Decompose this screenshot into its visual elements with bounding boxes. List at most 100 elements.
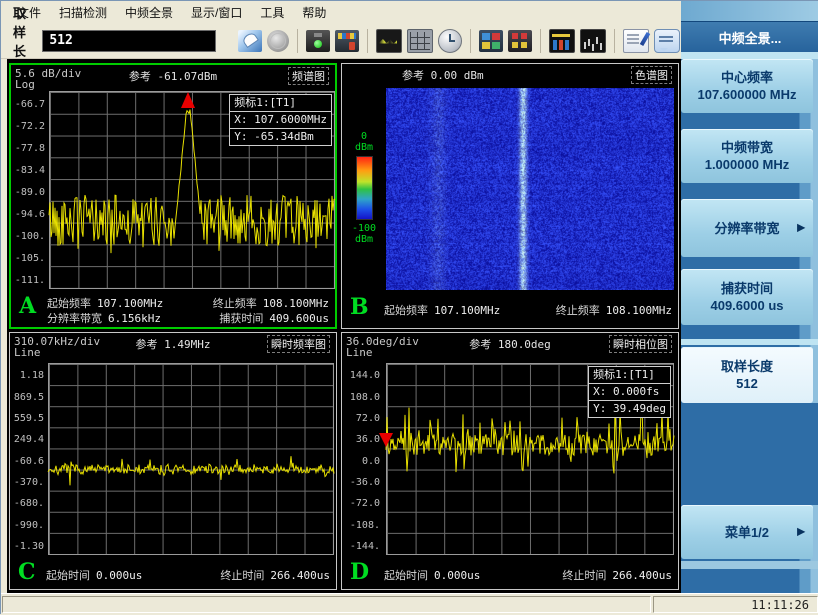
softkey-sample-length[interactable]: 取样长度 512 [681, 347, 813, 403]
panel-d-header: 36.0deg/div Line 参考 180.0deg 瞬时相位图 [342, 335, 678, 359]
channel-settings-icon[interactable] [508, 29, 533, 52]
clock-cell: 11:11:26 [653, 596, 818, 613]
marker-label: 频标1:[T1] [589, 367, 670, 384]
y-tick: 869.5 [13, 392, 44, 403]
panel-spectrogram[interactable]: 参考 0.00 dBm 色谱图 0 dBm -100 dBm B 起始频率 107… [341, 63, 679, 329]
panel-c-letter: C [18, 559, 36, 585]
menu-help[interactable]: 帮助 [294, 2, 334, 23]
y-tick: 36.0 [355, 434, 380, 445]
panel-d-letter: D [350, 559, 370, 585]
rbw-value: 6.156kHz [108, 312, 161, 325]
satellite-icon[interactable] [238, 29, 263, 52]
histogram-icon[interactable] [580, 28, 607, 53]
panel-a-reference: 参考 -61.07dBm [128, 70, 218, 83]
start-freq-value: 107.100MHz [434, 304, 501, 317]
softkey-capture-time[interactable]: 捕获时间 409.6000 us [681, 269, 813, 325]
status-time: 11:11:26 [751, 597, 809, 612]
softkey-title: 中心频率 [720, 70, 773, 85]
y-tick: 144.0 [349, 370, 380, 381]
stop-freq-label: 终止频率 [212, 297, 257, 310]
panel-b-title: 色谱图 [631, 66, 672, 84]
softkey-value: 409.6000 us [710, 298, 784, 313]
y-tick: -36.0 [349, 477, 380, 488]
clock-icon[interactable] [438, 28, 463, 53]
softkey-center-frequency[interactable]: 中心频率 107.600000 MHz [681, 59, 813, 113]
y-tick: 1.18 [19, 370, 44, 381]
toolbar-separator [540, 28, 542, 53]
waveform-display-icon[interactable] [376, 28, 403, 53]
marker-arrow[interactable] [181, 92, 195, 108]
marker-readout: 频标1:[T1] X: 107.6000MHz Y: -65.34dBm [229, 94, 332, 146]
panel-d-mode: Line [346, 346, 373, 359]
signal-source-icon[interactable] [335, 29, 360, 52]
y-tick: -1.30 [13, 541, 44, 552]
softkey-if-panorama-header[interactable]: 中频全景... [681, 21, 818, 53]
inst-phase-plot[interactable]: 频标1:[T1] X: 0.000fs Y: 39.49deg [379, 363, 675, 555]
panel-inst-phase[interactable]: 36.0deg/div Line 参考 180.0deg 瞬时相位图 144.0… [341, 332, 679, 590]
sidebar-fill [681, 403, 818, 505]
menu-display-window[interactable]: 显示/窗口 [183, 2, 250, 23]
marker-y: Y: -65.34dBm [234, 130, 314, 143]
sidebar-strip [681, 339, 818, 345]
y-tick: -89.0 [14, 187, 45, 198]
panel-a-letter: A [19, 293, 37, 319]
softkey-value: 1.000000 MHz [704, 157, 790, 172]
report-edit-icon[interactable] [623, 28, 650, 53]
start-freq-value: 107.100MHz [97, 297, 164, 310]
submenu-arrow-icon: ▶ [797, 222, 805, 234]
scale-top-value: 0 [360, 131, 368, 142]
y-tick: -100. [14, 231, 45, 242]
sample-length-input[interactable] [42, 29, 217, 52]
panel-b-header: 参考 0.00 dBm 色谱图 [342, 66, 678, 90]
panel-layout-icon[interactable] [479, 29, 504, 52]
softkey-title: 捕获时间 [720, 281, 773, 296]
color-gradient-bar [355, 156, 373, 220]
y-tick: -72.0 [349, 498, 380, 509]
power-status-icon[interactable] [306, 29, 331, 52]
rbw-label: 分辨率带宽 [47, 312, 102, 325]
softkey-title: 取样长度 [720, 359, 773, 374]
stop-freq-label: 终止频率 [555, 304, 600, 317]
menu-if-panorama[interactable]: 中频全景 [117, 2, 181, 23]
panel-c-title: 瞬时频率图 [267, 335, 330, 353]
message-icon[interactable] [654, 28, 681, 53]
color-scale: 0 dBm -100 dBm [342, 88, 386, 288]
grid-display-icon[interactable] [407, 28, 434, 53]
panel-spectrum[interactable]: 5.6 dB/div Log 参考 -61.07dBm 频谱图 -66.7 -7… [9, 63, 337, 329]
menu-scan-detect[interactable]: 扫描检测 [51, 2, 115, 23]
toolbar-icons [238, 28, 712, 53]
toolbar: 取样长度: [1, 6, 712, 78]
marker-x: X: 0.000fs [589, 384, 670, 401]
toolbar-separator [367, 28, 369, 53]
menu-bar: 文件 扫描检测 中频全景 显示/窗口 工具 帮助 [1, 1, 681, 23]
softkey-menu-page[interactable]: 菜单1/2 ▶ [681, 505, 813, 559]
marker-arrow[interactable] [379, 433, 393, 447]
start-freq-label: 起始频率 [47, 297, 91, 310]
spectrogram-plot[interactable] [386, 88, 674, 290]
capture-time-label: 捕获时间 [219, 312, 264, 325]
y-tick: -94.6 [14, 209, 45, 220]
panel-a-header: 5.6 dB/div Log 参考 -61.07dBm 频谱图 [11, 67, 335, 91]
network-globe-icon[interactable] [267, 29, 290, 52]
panel-inst-frequency[interactable]: 310.07kHz/div Line 参考 1.49MHz 瞬时频率图 1.18… [9, 332, 337, 590]
y-tick: 559.5 [13, 413, 44, 424]
y-tick: 108.0 [349, 392, 380, 403]
status-message-cell [2, 596, 651, 613]
inst-frequency-plot[interactable] [47, 363, 335, 555]
sidebar-strip [681, 561, 818, 569]
scale-top-unit: dBm [354, 142, 374, 153]
softkey-if-bandwidth[interactable]: 中频带宽 1.000000 MHz [681, 129, 813, 183]
panel-b-reference: 参考 0.00 dBm [401, 69, 484, 82]
y-tick: -990. [13, 520, 44, 531]
sidebar-strip [681, 52, 818, 59]
y-tick: 249.4 [13, 434, 44, 445]
spectrum-bars-icon[interactable] [549, 28, 576, 53]
y-tick: -72.2 [14, 121, 45, 132]
softkey-resolution-bandwidth[interactable]: 分辨率带宽 ▶ [681, 199, 813, 257]
spectrogram-canvas [386, 88, 674, 290]
start-time-label: 起始时间 [46, 569, 90, 582]
spectrum-plot[interactable]: 频标1:[T1] X: 107.6000MHz Y: -65.34dBm [48, 91, 336, 289]
stop-time-value: 266.400us [612, 569, 672, 582]
frequency-trace [47, 456, 335, 486]
menu-tools[interactable]: 工具 [252, 2, 292, 23]
